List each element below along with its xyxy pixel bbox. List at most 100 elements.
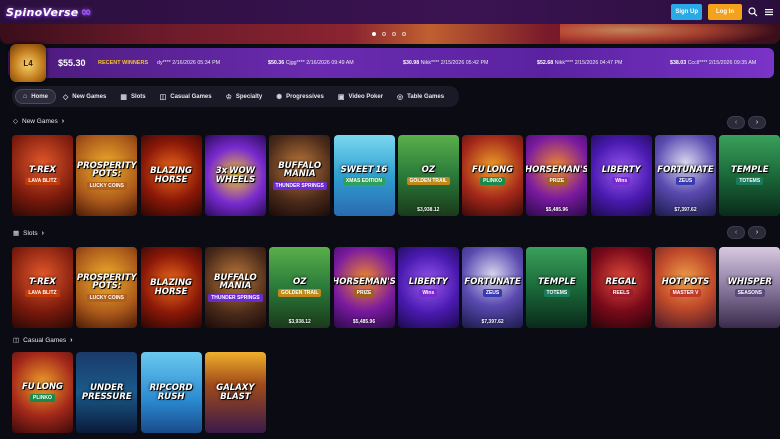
game-tile-oz[interactable]: OZ GOLDEN TRAIL $3,938.12 bbox=[397, 135, 459, 216]
game-tile-buffalo-mania[interactable]: BUFFALO MANIA THUNDER SPRINGS bbox=[204, 247, 266, 328]
game-subtitle: LUCKY COINS bbox=[86, 181, 127, 190]
game-jackpot: $7,397.62 bbox=[674, 207, 697, 213]
game-tile-label: PROSPERITY POTS: LUCKY COINS bbox=[76, 272, 137, 302]
account-balance: $55.30 bbox=[58, 58, 86, 68]
game-tile-label: LIBERTY Wins bbox=[600, 166, 643, 186]
game-subtitle: ZEUS bbox=[482, 289, 503, 298]
game-title: HORSEMAN'S bbox=[526, 164, 588, 175]
game-subtitle: LAVA BLITZ bbox=[25, 177, 60, 186]
game-tile-blazing-horse[interactable]: BLAZING HORSE bbox=[140, 247, 202, 328]
chevron-right-icon: › bbox=[70, 336, 73, 344]
game-tile-3x-wow-wheels[interactable]: 3x WOW WHEELS bbox=[204, 135, 266, 216]
game-tile-label: FORTUNATE ZEUS bbox=[462, 278, 522, 298]
game-tile-prosperity-pots[interactable]: PROSPERITY POTS: LUCKY COINS bbox=[76, 247, 138, 328]
game-title: BLAZING HORSE bbox=[150, 166, 193, 185]
game-tile-label: GALAXY BLAST bbox=[205, 384, 266, 401]
section-title-casual-games[interactable]: ◫ Casual Games › bbox=[13, 336, 73, 345]
game-tile-horseman-s[interactable]: HORSEMAN'S PRIZE $5,485.96 bbox=[333, 247, 395, 328]
game-tile-label: BLAZING HORSE bbox=[141, 279, 202, 296]
game-tile-under-pressure[interactable]: UNDER PRESSURE bbox=[76, 352, 138, 433]
game-tile-label: TEMPLE TOTEMS bbox=[536, 278, 578, 298]
game-tile-hot-pots[interactable]: HOT POTS MASTER V bbox=[655, 247, 716, 328]
winner-entry: $50.36 Cjgg**** 2/16/2026 09:49 AM bbox=[268, 60, 354, 66]
winner-entry: $52.68 Nikk**** 2/15/2026 04:47 PM bbox=[537, 60, 623, 66]
game-title: HOT POTS bbox=[661, 276, 710, 287]
nav-item-casual-games[interactable]: ◫ Casual Games bbox=[153, 89, 219, 104]
game-subtitle: XMAS EDITION bbox=[342, 177, 386, 186]
nav-item-new-games[interactable]: ◇ New Games bbox=[56, 89, 113, 104]
section-title-slots[interactable]: ▦ Slots › bbox=[13, 229, 44, 238]
game-subtitle: TOTEMS bbox=[736, 177, 764, 186]
game-tile-liberty[interactable]: LIBERTY Wins bbox=[397, 247, 459, 328]
section-title-new-games[interactable]: ◇ New Games › bbox=[13, 117, 64, 126]
gamepad-icon: ◫ bbox=[13, 337, 20, 344]
game-tile-fortunate[interactable]: FORTUNATE ZEUS $7,397.62 bbox=[655, 135, 716, 216]
game-subtitle: Wins bbox=[612, 177, 631, 186]
game-tile-temple[interactable]: TEMPLE TOTEMS bbox=[719, 135, 780, 216]
nav-item-progressives[interactable]: ✺ Progressives bbox=[269, 89, 331, 104]
game-tile-prosperity-pots[interactable]: PROSPERITY POTS: LUCKY COINS bbox=[76, 135, 138, 216]
table-icon: ◎ bbox=[397, 93, 404, 101]
promo-banner[interactable] bbox=[0, 24, 780, 44]
game-tile-blazing-horse[interactable]: BLAZING HORSE bbox=[140, 135, 202, 216]
game-tile-fortunate[interactable]: FORTUNATE ZEUS $7,397.62 bbox=[462, 247, 524, 328]
game-tile-horseman-s[interactable]: HORSEMAN'S PRIZE $5,485.96 bbox=[526, 135, 588, 216]
game-subtitle: GOLDEN TRAIL bbox=[277, 289, 322, 298]
game-title: UNDER PRESSURE bbox=[81, 383, 132, 402]
game-jackpot: $5,485.96 bbox=[545, 207, 569, 213]
carousel-dot[interactable] bbox=[372, 32, 376, 36]
game-tile-label: OZ GOLDEN TRAIL bbox=[277, 278, 322, 298]
game-tile-oz[interactable]: OZ GOLDEN TRAIL $3,938.12 bbox=[269, 247, 331, 328]
log-in-button[interactable]: Log In bbox=[708, 4, 742, 20]
game-title: PROSPERITY POTS: bbox=[76, 272, 137, 291]
game-title: 3x WOW WHEELS bbox=[215, 166, 256, 185]
winner-entry: $38.03 Cccll**** 2/15/2026 09:35 AM bbox=[670, 60, 757, 66]
nav-item-video-poker[interactable]: ▣ Video Poker bbox=[331, 89, 390, 104]
nav-item-home[interactable]: ⌂ Home bbox=[15, 89, 56, 104]
game-tile-ripcord-rush[interactable]: RIPCORD RUSH bbox=[140, 352, 202, 433]
game-tile-t-rex[interactable]: T-REX LAVA BLITZ bbox=[12, 135, 73, 216]
game-tile-label: RIPCORD RUSH bbox=[141, 384, 202, 401]
game-tile-label: LIBERTY Wins bbox=[407, 278, 450, 298]
game-tile-t-rex[interactable]: T-REX LAVA BLITZ bbox=[12, 247, 73, 328]
game-tile-sweet-16[interactable]: SWEET 16 XMAS EDITION bbox=[333, 135, 395, 216]
carousel-dot[interactable] bbox=[382, 32, 386, 36]
game-jackpot: $3,938.12 bbox=[288, 319, 311, 325]
jackpot-badge[interactable]: L4 bbox=[10, 44, 46, 82]
game-tile-fu-long[interactable]: FU LONG PLINKO bbox=[462, 135, 524, 216]
game-subtitle: MASTER V bbox=[669, 289, 702, 298]
game-title: HORSEMAN'S bbox=[333, 276, 395, 287]
game-subtitle: PLINKO bbox=[30, 394, 55, 403]
carousel-dots[interactable] bbox=[372, 32, 406, 36]
game-tile-whisper[interactable]: WHISPER SEASONS bbox=[719, 247, 780, 328]
search-icon[interactable] bbox=[748, 7, 758, 17]
nav-item-table-games[interactable]: ◎ Table Games bbox=[390, 89, 451, 104]
menu-icon[interactable] bbox=[764, 7, 774, 17]
carousel-dot[interactable] bbox=[402, 32, 406, 36]
game-tile-regal[interactable]: REGAL REELS bbox=[590, 247, 652, 328]
prev-arrow-button[interactable]: ‹ bbox=[727, 116, 745, 129]
prev-arrow-button[interactable]: ‹ bbox=[727, 226, 745, 239]
game-title: FU LONG bbox=[472, 164, 514, 175]
carousel-dot[interactable] bbox=[392, 32, 396, 36]
winner-entry: dy**** 2/16/2026 05:34 PM bbox=[157, 60, 221, 66]
game-tile-galaxy-blast[interactable]: GALAXY BLAST bbox=[204, 352, 266, 433]
logo-text: SpinoVerse bbox=[6, 5, 79, 19]
game-title: FORTUNATE bbox=[464, 276, 521, 287]
game-title: BUFFALO MANIA bbox=[213, 272, 257, 291]
next-arrow-button[interactable]: › bbox=[748, 226, 766, 239]
game-tile-liberty[interactable]: LIBERTY Wins bbox=[590, 135, 652, 216]
game-subtitle: REELS bbox=[609, 289, 633, 298]
winner-entry: $30.98 Nikk**** 2/15/2026 05:42 PM bbox=[403, 60, 489, 66]
gear-icon: ✺ bbox=[276, 93, 283, 101]
cards-icon: ▣ bbox=[337, 93, 345, 101]
nav-item-specialty[interactable]: ♔ Specialty bbox=[219, 89, 270, 104]
game-tile-fu-long[interactable]: FU LONG PLINKO bbox=[12, 352, 73, 433]
next-arrow-button[interactable]: › bbox=[748, 116, 766, 129]
game-tile-label: HORSEMAN'S PRIZE bbox=[526, 166, 587, 186]
site-logo[interactable]: SpinoVerse ∞ bbox=[6, 5, 92, 20]
sign-up-button[interactable]: Sign Up bbox=[671, 4, 702, 20]
game-tile-temple[interactable]: TEMPLE TOTEMS bbox=[526, 247, 588, 328]
game-tile-buffalo-mania[interactable]: BUFFALO MANIA THUNDER SPRINGS bbox=[269, 135, 331, 216]
nav-item-slots[interactable]: ▦ Slots bbox=[113, 89, 152, 104]
